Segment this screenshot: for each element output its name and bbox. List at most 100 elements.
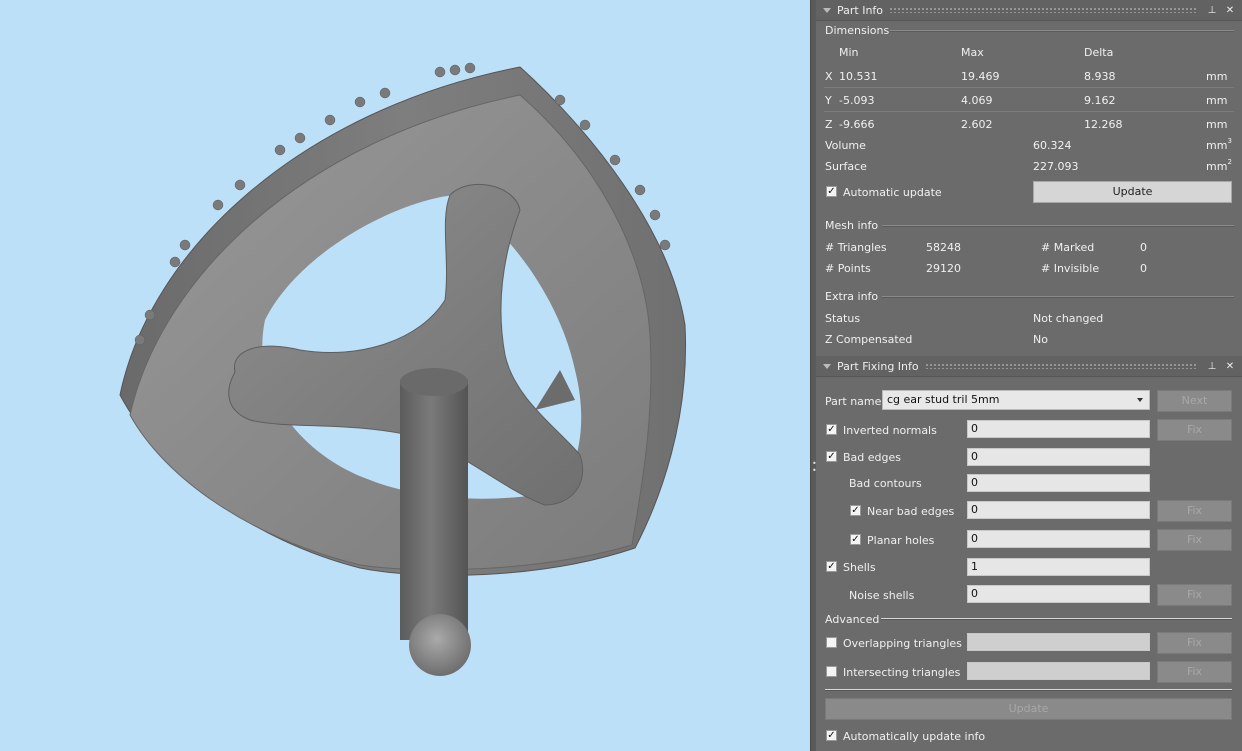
fix-planar-holes-button[interactable]: Fix <box>1157 529 1232 551</box>
y-max-value: 4.069 <box>961 94 993 107</box>
delta-header: Delta <box>1084 46 1114 59</box>
bad-contours-field[interactable]: 0 <box>967 474 1150 492</box>
inverted-normals-field[interactable]: 0 <box>967 420 1150 438</box>
splitter-grip-icon: • • <box>812 459 817 475</box>
part-info-titlebar[interactable]: Part Info ⊥ ✕ <box>816 0 1242 21</box>
close-icon[interactable]: ✕ <box>1224 5 1236 16</box>
3d-viewport[interactable] <box>0 0 810 751</box>
overlapping-triangles-checkbox[interactable] <box>826 637 837 648</box>
axis-y-label: Y <box>825 94 832 107</box>
automatic-update-checkbox[interactable]: ✓ <box>826 186 837 197</box>
overlapping-triangles-label: Overlapping triangles <box>843 637 962 650</box>
marked-value: 0 <box>1140 241 1147 254</box>
part-name-value: cg ear stud tril 5mm <box>887 393 1000 406</box>
checkmark-icon: ✓ <box>851 505 860 516</box>
next-button[interactable]: Next <box>1157 390 1232 412</box>
inverted-normals-checkbox[interactable]: ✓ <box>826 424 837 435</box>
min-header: Min <box>839 46 859 59</box>
bad-edges-checkbox[interactable]: ✓ <box>826 451 837 462</box>
planar-holes-label: Planar holes <box>867 534 935 547</box>
noise-shells-label: Noise shells <box>849 589 915 602</box>
near-bad-edges-field[interactable]: 0 <box>967 501 1150 519</box>
group-divider <box>882 296 1234 298</box>
y-delta-value: 9.162 <box>1084 94 1116 107</box>
x-unit: mm <box>1206 70 1228 83</box>
y-unit: mm <box>1206 94 1228 107</box>
z-unit: mm <box>1206 118 1228 131</box>
z-max-value: 2.602 <box>961 118 993 131</box>
surface-unit: mm2 <box>1206 158 1232 173</box>
shells-label: Shells <box>843 561 876 574</box>
y-min-value: -5.093 <box>839 94 875 107</box>
advanced-group-label: Advanced <box>825 613 880 626</box>
auto-update-info-label: Automatically update info <box>843 730 986 743</box>
intersecting-triangles-checkbox[interactable] <box>826 666 837 677</box>
ear-stud-model <box>119 62 687 676</box>
status-label: Status <box>825 312 861 325</box>
triangles-label: # Triangles <box>825 241 887 254</box>
planar-holes-field[interactable]: 0 <box>967 530 1150 548</box>
part-name-select[interactable]: cg ear stud tril 5mm <box>882 390 1150 410</box>
near-bad-edges-label: Near bad edges <box>867 505 955 518</box>
fix-intersecting-triangles-button[interactable]: Fix <box>1157 661 1232 683</box>
automatic-update-label: Automatic update <box>843 186 942 199</box>
collapse-triangle-icon[interactable] <box>823 7 831 13</box>
checkmark-icon: ✓ <box>827 561 836 572</box>
inverted-normals-label: Inverted normals <box>843 424 937 437</box>
shells-field[interactable]: 1 <box>967 558 1150 576</box>
bad-edges-label: Bad edges <box>843 451 901 464</box>
group-divider <box>890 30 1234 32</box>
triangles-value: 58248 <box>926 241 961 254</box>
close-icon[interactable]: ✕ <box>1224 361 1236 372</box>
title-grip <box>889 7 1198 13</box>
volume-unit: mm3 <box>1206 137 1232 152</box>
pin-icon[interactable]: ⊥ <box>1206 361 1218 372</box>
z-delta-value: 12.268 <box>1084 118 1123 131</box>
marked-label: # Marked <box>1041 241 1095 254</box>
x-delta-value: 8.938 <box>1084 70 1116 83</box>
extra-info-group-label: Extra info <box>825 290 879 303</box>
row-divider <box>824 111 1234 112</box>
fix-noise-shells-button[interactable]: Fix <box>1157 584 1232 606</box>
advanced-divider <box>881 618 1232 620</box>
x-max-value: 19.469 <box>961 70 1000 83</box>
invisible-value: 0 <box>1140 262 1147 275</box>
auto-update-info-checkbox[interactable]: ✓ <box>826 730 837 741</box>
volume-value: 60.324 <box>1033 139 1072 152</box>
z-compensated-value: No <box>1033 333 1048 346</box>
noise-shells-field[interactable]: 0 <box>967 585 1150 603</box>
checkmark-icon: ✓ <box>851 534 860 545</box>
fix-inverted-normals-button[interactable]: Fix <box>1157 419 1232 441</box>
near-bad-edges-checkbox[interactable]: ✓ <box>850 505 861 516</box>
intersecting-triangles-label: Intersecting triangles <box>843 666 961 679</box>
axis-z-label: Z <box>825 118 833 131</box>
checkmark-icon: ✓ <box>827 186 836 197</box>
checkmark-icon: ✓ <box>827 730 836 741</box>
invisible-label: # Invisible <box>1041 262 1100 275</box>
volume-label: Volume <box>825 139 866 152</box>
group-divider <box>882 225 1234 227</box>
dimensions-group-label: Dimensions <box>825 24 890 37</box>
bottom-divider <box>825 689 1232 691</box>
fix-near-bad-edges-button[interactable]: Fix <box>1157 500 1232 522</box>
shells-checkbox[interactable]: ✓ <box>826 561 837 572</box>
planar-holes-checkbox[interactable]: ✓ <box>850 534 861 545</box>
intersecting-triangles-field[interactable] <box>967 662 1150 680</box>
bad-edges-field[interactable]: 0 <box>967 448 1150 466</box>
collapse-triangle-icon[interactable] <box>823 363 831 369</box>
fix-overlapping-triangles-button[interactable]: Fix <box>1157 632 1232 654</box>
dropdown-arrow-icon <box>1137 398 1143 402</box>
part-fixing-titlebar[interactable]: Part Fixing Info ⊥ ✕ <box>816 356 1242 377</box>
surface-label: Surface <box>825 160 867 173</box>
dimensions-update-button[interactable]: Update <box>1033 181 1232 203</box>
overlapping-triangles-field[interactable] <box>967 633 1150 651</box>
fixing-update-button[interactable]: Update <box>825 698 1232 720</box>
status-value: Not changed <box>1033 312 1104 325</box>
max-header: Max <box>961 46 984 59</box>
surface-value: 227.093 <box>1033 160 1079 173</box>
side-panel: Part Info ⊥ ✕ Dimensions Min Max Delta X… <box>816 0 1242 751</box>
mesh-info-group-label: Mesh info <box>825 219 879 232</box>
bad-contours-label: Bad contours <box>849 477 922 490</box>
pin-icon[interactable]: ⊥ <box>1206 5 1218 16</box>
x-min-value: 10.531 <box>839 70 878 83</box>
